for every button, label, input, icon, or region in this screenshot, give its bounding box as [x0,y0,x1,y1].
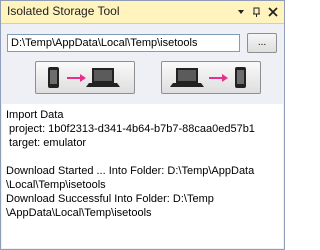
auto-hide-pin-icon[interactable] [251,6,263,18]
laptop-icon [170,68,204,87]
arrow-right-icon [67,74,86,82]
log-line: target: emulator [6,137,87,149]
arrow-right-icon [209,74,228,82]
download-to-pc-button[interactable] [35,61,135,94]
close-icon[interactable] [267,6,279,18]
log-line: \AppData\Local\Temp\isetools [6,207,152,219]
log-line: Download Started ... Into Folder: D:\Tem… [6,165,255,177]
phone-icon [235,67,246,88]
title-bar: Isolated Storage Tool [1,1,284,24]
upload-to-device-button[interactable] [161,61,261,94]
browse-button[interactable]: ... [247,33,277,53]
phone-icon [48,67,59,88]
window-title: Isolated Storage Tool [7,4,120,18]
output-log[interactable]: Import Data project: 1b0f2313-d341-4b64-… [2,104,283,248]
log-line: project: 1b0f2313-d341-4b64-b7b7-88caa0e… [6,123,255,135]
log-line: Import Data [6,109,64,121]
tool-window: Isolated Storage Tool ... [0,0,285,250]
window-position-dropdown-icon[interactable] [235,6,247,18]
log-line: Download Successful Into Folder: D:\Temp [6,193,214,205]
log-line: \Local\Temp\isetools [6,179,106,191]
folder-path-input[interactable] [7,34,240,52]
laptop-icon [86,68,120,87]
